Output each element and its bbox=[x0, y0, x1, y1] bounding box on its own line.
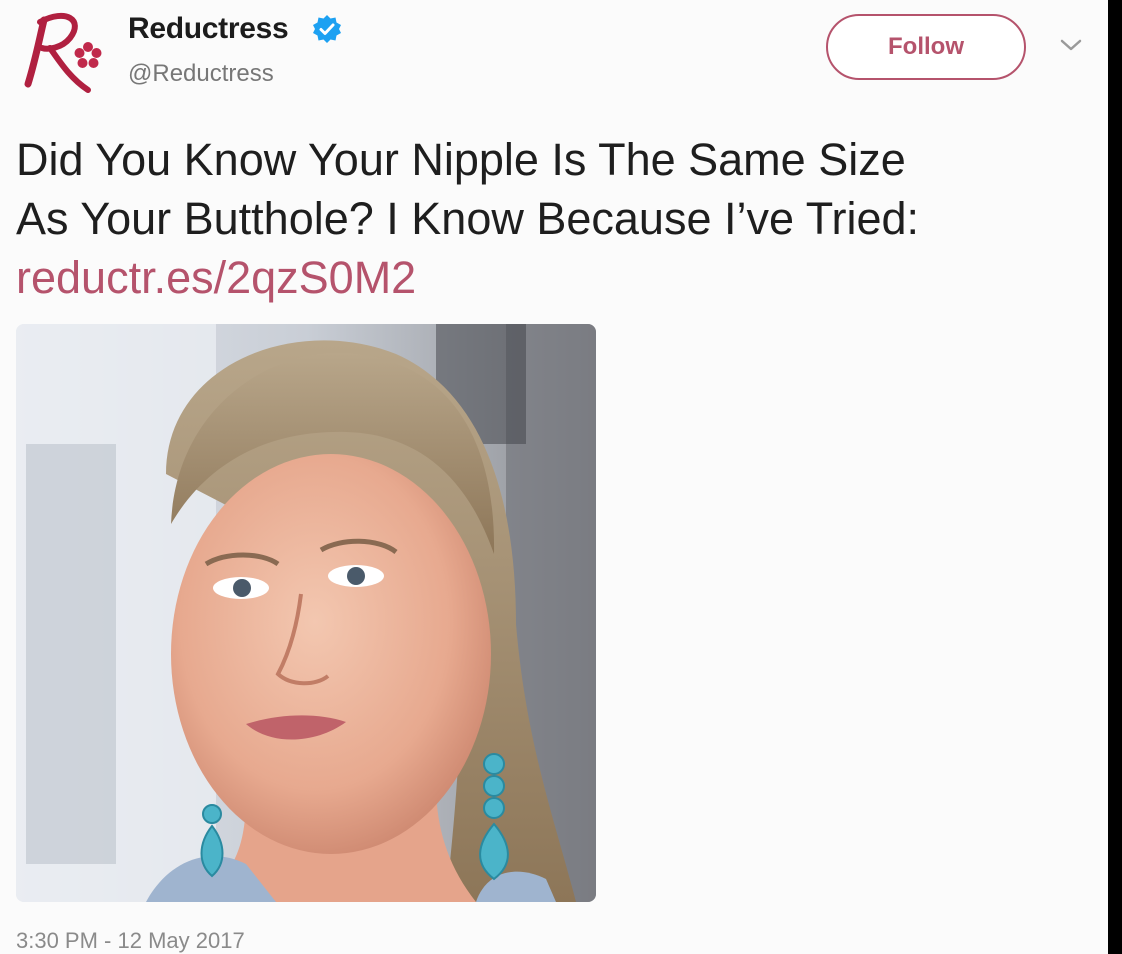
follow-button[interactable]: Follow bbox=[826, 14, 1026, 80]
tweet-text-line-2: As Your Butthole? I Know Because I’ve Tr… bbox=[16, 193, 920, 244]
tweet-text-line-1: Did You Know Your Nipple Is The Same Siz… bbox=[16, 134, 906, 185]
display-name[interactable]: Reductress bbox=[128, 12, 289, 46]
chevron-down-icon[interactable] bbox=[1058, 36, 1084, 54]
tweet-photo[interactable] bbox=[16, 324, 596, 902]
portrait-photo bbox=[16, 324, 596, 902]
tweet-timestamp[interactable]: 3:30 PM - 12 May 2017 bbox=[16, 928, 245, 954]
tweet-text: Did You Know Your Nipple Is The Same Siz… bbox=[16, 130, 1096, 307]
tweet-link[interactable]: reductr.es/2qzS0M2 bbox=[16, 252, 416, 303]
avatar[interactable] bbox=[14, 8, 110, 96]
tweet-card: Reductress @Reductress Follow Did You Kn… bbox=[0, 0, 1108, 954]
screen-edge bbox=[1108, 0, 1122, 954]
reductress-logo-icon bbox=[24, 12, 102, 93]
account-handle[interactable]: @Reductress bbox=[128, 60, 274, 88]
verified-badge-icon bbox=[312, 14, 342, 44]
